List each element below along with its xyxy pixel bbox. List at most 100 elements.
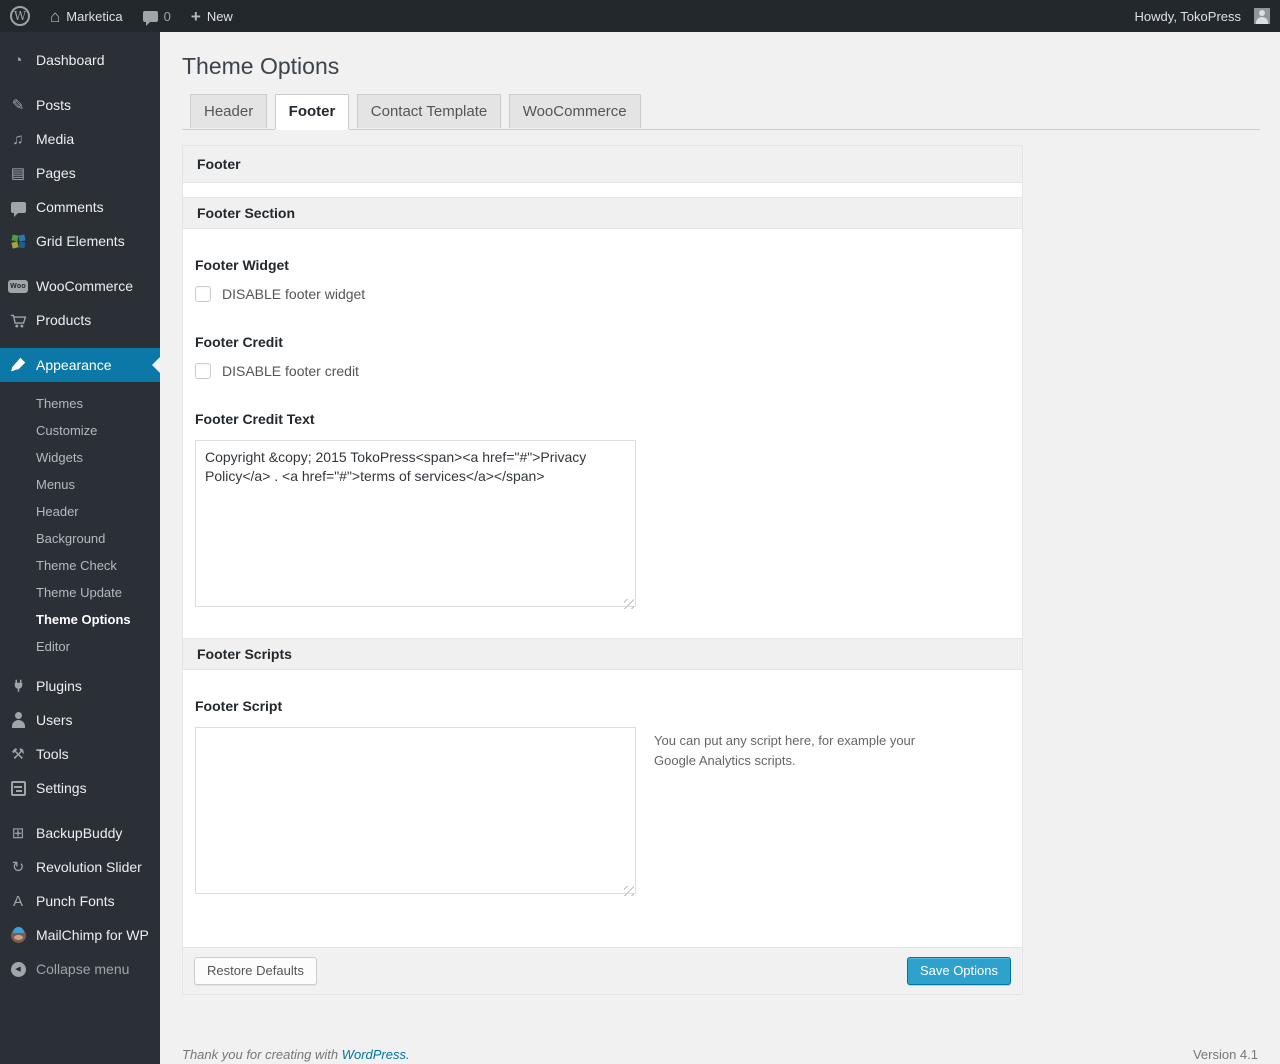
tab-header[interactable]: Header	[190, 94, 268, 128]
footer-credit-checkbox-label: DISABLE footer credit	[222, 363, 359, 379]
footer-credit-label: Footer Credit	[195, 334, 283, 350]
footer-widget-checkbox-label: DISABLE footer widget	[222, 286, 366, 302]
submenu-item-theme-options[interactable]: Theme Options	[0, 606, 160, 633]
footer-credit-text-label: Footer Credit Text	[195, 411, 315, 427]
sidebar-item-posts[interactable]: ✎ Posts	[0, 88, 160, 122]
submenu-item-widgets[interactable]: Widgets	[0, 444, 160, 471]
submenu-item-customize[interactable]: Customize	[0, 417, 160, 444]
settings-icon	[8, 780, 28, 796]
panel-actions-bar: Restore Defaults Save Options	[183, 947, 1022, 994]
save-options-button[interactable]: Save Options	[906, 957, 1011, 985]
restore-defaults-button[interactable]: Restore Defaults	[194, 957, 317, 985]
sidebar-item-settings[interactable]: Settings	[0, 771, 160, 805]
sidebar-item-products[interactable]: Products	[0, 303, 160, 337]
sidebar-item-label: Posts	[36, 97, 72, 113]
submenu-item-background[interactable]: Background	[0, 525, 160, 552]
footer-widget-checkbox-row[interactable]: DISABLE footer widget	[195, 286, 1010, 302]
footer-widget-checkbox[interactable]	[195, 286, 211, 302]
main-content: Theme Options Header Footer Contact Temp…	[160, 0, 1280, 1062]
sidebar-item-label: Dashboard	[36, 52, 105, 68]
sidebar-item-label: Punch Fonts	[36, 893, 115, 909]
sidebar-item-backupbuddy[interactable]: ⊞ BackupBuddy	[0, 816, 160, 850]
version-text: Version 4.1	[1192, 1047, 1258, 1062]
pages-icon: ▤	[10, 164, 26, 182]
sidebar-item-pages[interactable]: ▤ Pages	[0, 156, 160, 190]
backupbuddy-icon: ⊞	[11, 824, 25, 842]
sidebar-item-woocommerce[interactable]: Woo WooCommerce	[0, 269, 160, 303]
revolution-slider-icon: ↻	[11, 858, 25, 876]
new-content-menu[interactable]: + New	[181, 0, 243, 32]
sidebar-item-plugins[interactable]: Plugins	[0, 669, 160, 703]
users-icon	[8, 712, 28, 728]
sidebar-item-users[interactable]: Users	[0, 703, 160, 737]
plus-icon: +	[190, 6, 201, 26]
footer-options-panel: Footer Footer Section Footer Widget DISA…	[182, 145, 1023, 995]
sidebar-item-comments[interactable]: Comments	[0, 190, 160, 224]
punch-fonts-icon: A	[12, 892, 23, 910]
my-account-menu[interactable]: Howdy, TokoPress	[1125, 0, 1280, 32]
sidebar-item-tools[interactable]: ⚒ Tools	[0, 737, 160, 771]
panel-title: Footer	[183, 146, 1022, 183]
sidebar-item-grid-elements[interactable]: Grid Elements	[0, 224, 160, 258]
wordpress-link[interactable]: WordPress.	[342, 1047, 410, 1062]
posts-icon: ✎	[11, 96, 25, 114]
sidebar-item-label: Settings	[36, 780, 87, 796]
new-label: New	[206, 8, 233, 24]
howdy-text: Howdy, TokoPress	[1134, 8, 1241, 24]
footer-scripts-body: Footer Script You can put any script her…	[183, 670, 1022, 947]
sidebar-item-dashboard[interactable]: ◔ Dashboard	[0, 43, 160, 77]
footer-credit-checkbox-row[interactable]: DISABLE footer credit	[195, 363, 1010, 379]
sidebar-item-punch-fonts[interactable]: A Punch Fonts	[0, 884, 160, 918]
sidebar-item-label: Comments	[36, 199, 104, 215]
admin-bar: W ⌂ Marketica 0 + New Howdy, TokoPress	[0, 0, 1280, 32]
sidebar-item-label: Tools	[36, 746, 69, 762]
woocommerce-icon: Woo	[8, 279, 28, 293]
products-cart-icon	[8, 312, 28, 329]
footer-thanks-prefix: Thank you for creating with	[182, 1047, 339, 1062]
site-name: Marketica	[66, 8, 123, 24]
sidebar-item-label: Pages	[36, 165, 76, 181]
footer-credit-checkbox[interactable]	[195, 363, 211, 379]
sidebar-item-appearance[interactable]: Appearance	[0, 348, 160, 382]
tab-footer[interactable]: Footer	[274, 94, 350, 130]
footer-section-header: Footer Section	[183, 197, 1022, 229]
submenu-item-themes[interactable]: Themes	[0, 390, 160, 417]
tab-contact-template[interactable]: Contact Template	[356, 94, 502, 128]
sidebar-item-label: Products	[36, 312, 92, 328]
footer-thanks-text: Thank you for creating with WordPress.	[182, 1047, 410, 1062]
submenu-item-theme-check[interactable]: Theme Check	[0, 552, 160, 579]
tools-wrench-icon: ⚒	[11, 745, 25, 763]
appearance-submenu: Themes Customize Widgets Menus Header Ba…	[0, 382, 160, 669]
submenu-item-editor[interactable]: Editor	[0, 633, 160, 660]
home-icon: ⌂	[50, 6, 61, 26]
submenu-item-menus[interactable]: Menus	[0, 471, 160, 498]
sidebar-item-label: Grid Elements	[36, 233, 125, 249]
site-name-link[interactable]: ⌂ Marketica	[40, 0, 133, 32]
admin-menu: ◔ Dashboard ✎ Posts ♫ Media ▤ Pages Comm…	[0, 32, 160, 1064]
admin-footer: Thank you for creating with WordPress. V…	[182, 1047, 1258, 1062]
sidebar-item-media[interactable]: ♫ Media	[0, 122, 160, 156]
submenu-item-theme-update[interactable]: Theme Update	[0, 579, 160, 606]
sidebar-item-label: Revolution Slider	[36, 859, 142, 875]
plugins-plug-icon	[8, 679, 28, 694]
comments-count: 0	[163, 8, 171, 24]
mailchimp-icon	[8, 926, 28, 943]
submenu-item-header[interactable]: Header	[0, 498, 160, 525]
dashboard-icon: ◔	[13, 51, 23, 69]
sidebar-item-label: Media	[36, 131, 75, 147]
wp-logo-menu[interactable]: W	[0, 0, 40, 32]
media-icon: ♫	[12, 130, 24, 148]
footer-script-textarea[interactable]	[195, 727, 636, 894]
sidebar-item-label: MailChimp for WP	[36, 927, 149, 943]
collapse-menu-button[interactable]: ◀ Collapse menu	[0, 952, 160, 986]
sidebar-item-mailchimp[interactable]: MailChimp for WP	[0, 918, 160, 952]
sidebar-item-label: Appearance	[36, 357, 112, 373]
sidebar-item-label: Plugins	[36, 678, 82, 694]
comments-shortcut[interactable]: 0	[133, 0, 181, 32]
sidebar-item-label: WooCommerce	[36, 278, 133, 294]
sidebar-item-label: BackupBuddy	[36, 825, 123, 841]
sidebar-item-revolution-slider[interactable]: ↻ Revolution Slider	[0, 850, 160, 884]
tab-woocommerce[interactable]: WooCommerce	[508, 94, 641, 128]
footer-credit-text-textarea[interactable]: Copyright &copy; 2015 TokoPress<span><a …	[195, 440, 636, 607]
page-title: Theme Options	[182, 53, 340, 79]
